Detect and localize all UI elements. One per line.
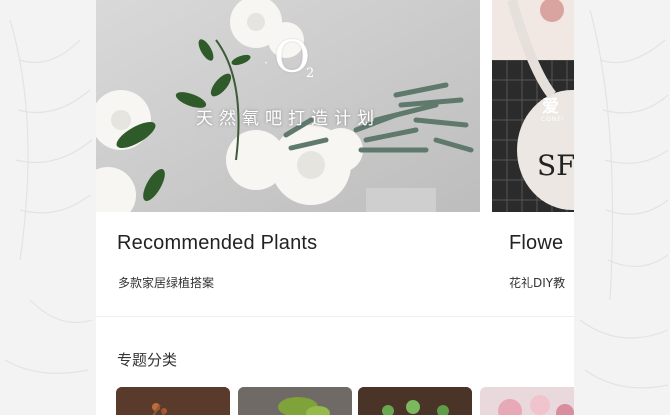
section-divider — [96, 316, 574, 317]
o2-logo-subscript: 2 — [306, 66, 315, 81]
topic-thumbnail-1[interactable] — [116, 387, 230, 415]
card-subtitle: 多款家居绿植搭案 — [118, 276, 215, 290]
topic-thumbnail-4[interactable] — [480, 387, 574, 415]
card2-caption-small: CONFI — [541, 116, 565, 123]
card-title: Recommended Plants — [117, 232, 318, 254]
o2-logo: O — [274, 32, 311, 83]
card-image-plants: · O 2 天然氧吧打造计划 — [96, 0, 480, 212]
topic-thumbnail-2[interactable] — [238, 387, 352, 415]
green-plant-photo-icon — [238, 387, 352, 415]
section-title-topics: 专题分类 — [117, 351, 178, 369]
card-image-flowers: SF 爱 CONFI — [492, 0, 574, 212]
svg-text:SF: SF — [537, 149, 574, 182]
succulent-photo-icon — [358, 387, 472, 415]
pink-rose-photo-icon — [480, 387, 574, 415]
featured-card-flowers[interactable]: SF 爱 CONFI Flowe 花礼DIY教 — [492, 0, 574, 300]
banner-caption: 天然氧吧打造计划 — [196, 109, 380, 129]
card-subtitle: 花礼DIY教 — [509, 276, 566, 290]
featured-card-recommended-plants[interactable]: · O 2 天然氧吧打造计划 Recommended Plants 多款家居绿植… — [96, 0, 480, 300]
topic-thumbnail-3[interactable] — [358, 387, 472, 415]
card2-caption: 爱 — [542, 97, 559, 117]
app-screen: · O 2 天然氧吧打造计划 Recommended Plants 多款家居绿植… — [96, 0, 574, 415]
dried-flower-photo-icon — [116, 387, 230, 415]
card-title: Flowe — [509, 232, 564, 254]
logo-dot: · — [264, 56, 268, 70]
flower-diy-photo-illustration: SF — [492, 0, 574, 212]
